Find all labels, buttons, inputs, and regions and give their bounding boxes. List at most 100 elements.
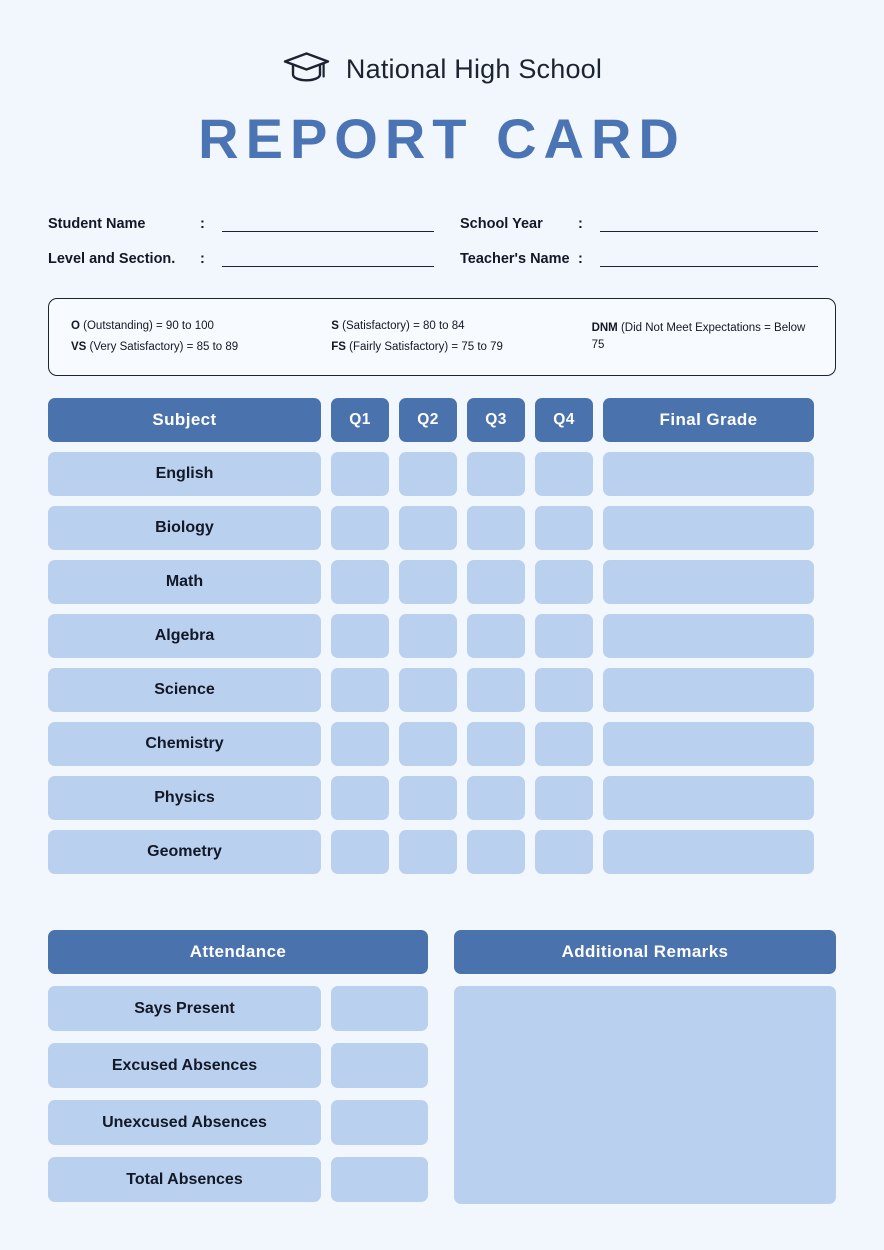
subject-name: Chemistry [48, 722, 321, 766]
attendance-title: Attendance [48, 930, 428, 974]
grade-input-q4[interactable] [535, 668, 593, 712]
teacher-name-label: Teacher's Name [460, 251, 570, 267]
grade-input-q3[interactable] [467, 560, 525, 604]
table-row: English [48, 452, 836, 496]
legend-item-fs: FS (Fairly Satisfactory) = 75 to 79 [331, 337, 591, 358]
grade-input-q2[interactable] [399, 560, 457, 604]
column-header-q2: Q2 [399, 398, 457, 442]
grading-legend: O (Outstanding) = 90 to 100 VS (Very Sat… [48, 298, 836, 376]
teacher-name-input[interactable] [600, 252, 818, 267]
grade-input-q4[interactable] [535, 452, 593, 496]
subject-name: Physics [48, 776, 321, 820]
grade-input-q1[interactable] [331, 614, 389, 658]
colon: : [200, 216, 205, 232]
grade-input-final[interactable] [603, 560, 814, 604]
field-school-year: School Year : [460, 216, 836, 232]
attendance-label-excused-absences: Excused Absences [48, 1043, 321, 1088]
column-header-q1: Q1 [331, 398, 389, 442]
table-row: Algebra [48, 614, 836, 658]
grade-input-q4[interactable] [535, 506, 593, 550]
grade-input-q4[interactable] [535, 614, 593, 658]
grade-input-q3[interactable] [467, 722, 525, 766]
legend-item-o: O (Outstanding) = 90 to 100 [71, 316, 331, 337]
legend-text-o: (Outstanding) = 90 to 100 [79, 319, 214, 332]
grade-input-q2[interactable] [399, 776, 457, 820]
grade-input-final[interactable] [603, 452, 814, 496]
legend-code-vs: VS [71, 341, 87, 353]
grade-input-q3[interactable] [467, 776, 525, 820]
grade-input-q3[interactable] [467, 506, 525, 550]
legend-code-dnm: DNM [591, 322, 618, 335]
subject-name: Science [48, 668, 321, 712]
remarks-section: Additional Remarks [454, 930, 836, 1204]
attendance-row: Unexcused Absences [48, 1100, 428, 1145]
student-name-input[interactable] [222, 217, 434, 232]
grade-input-q1[interactable] [331, 776, 389, 820]
grade-input-final[interactable] [603, 776, 814, 820]
grade-input-q4[interactable] [535, 560, 593, 604]
remarks-textarea[interactable] [454, 986, 836, 1204]
grade-input-q2[interactable] [399, 722, 457, 766]
grade-input-q2[interactable] [399, 668, 457, 712]
table-row: Geometry [48, 830, 836, 874]
grade-input-q1[interactable] [331, 668, 389, 712]
grade-input-q3[interactable] [467, 452, 525, 496]
colon: : [578, 251, 583, 267]
grade-input-final[interactable] [603, 506, 814, 550]
grade-input-final[interactable] [603, 668, 814, 712]
grade-input-q1[interactable] [331, 560, 389, 604]
legend-text-dnm: (Did Not Meet Expectations = Below 75 [591, 322, 806, 351]
grade-input-q2[interactable] [399, 614, 457, 658]
school-header: National High School [0, 0, 884, 89]
attendance-input-total-absences[interactable] [331, 1157, 428, 1202]
attendance-label-says-present: Says Present [48, 986, 321, 1031]
grade-input-q2[interactable] [399, 506, 457, 550]
colon: : [200, 251, 205, 267]
grade-input-q2[interactable] [399, 452, 457, 496]
grade-input-final[interactable] [603, 722, 814, 766]
legend-text-fs: (Fairly Satisfactory) = 75 to 79 [345, 341, 503, 353]
attendance-row: Says Present [48, 986, 428, 1031]
grade-input-q3[interactable] [467, 668, 525, 712]
column-header-q4: Q4 [535, 398, 593, 442]
grade-input-q4[interactable] [535, 776, 593, 820]
grade-input-q2[interactable] [399, 830, 457, 874]
table-row: Physics [48, 776, 836, 820]
legend-text-s: (Satisfactory) = 80 to 84 [338, 319, 465, 332]
attendance-row: Total Absences [48, 1157, 428, 1202]
info-row-2: Level and Section. : Teacher's Name : [48, 245, 836, 267]
attendance-input-excused-absences[interactable] [331, 1043, 428, 1088]
grade-input-q1[interactable] [331, 830, 389, 874]
grade-input-final[interactable] [603, 830, 814, 874]
grade-input-final[interactable] [603, 614, 814, 658]
page-title: REPORT CARD [198, 107, 686, 170]
attendance-input-unexcused-absences[interactable] [331, 1100, 428, 1145]
legend-column-3: DNM (Did Not Meet Expectations = Below 7… [592, 320, 813, 353]
graduation-cap-icon [282, 50, 332, 89]
subject-name: Geometry [48, 830, 321, 874]
table-row: Biology [48, 506, 836, 550]
grade-input-q4[interactable] [535, 722, 593, 766]
attendance-section: Attendance Says Present Excused Absences… [48, 930, 428, 1204]
attendance-label-unexcused-absences: Unexcused Absences [48, 1100, 321, 1145]
legend-code-s: S [331, 319, 339, 332]
grade-input-q3[interactable] [467, 830, 525, 874]
legend-text-vs: (Very Satisfactory) = 85 to 89 [86, 341, 239, 353]
grade-input-q1[interactable] [331, 722, 389, 766]
school-year-input[interactable] [600, 217, 818, 232]
level-and-section-label: Level and Section. [48, 251, 176, 267]
legend-item-vs: VS (Very Satisfactory) = 85 to 89 [71, 337, 331, 358]
column-header-q3: Q3 [467, 398, 525, 442]
grade-input-q1[interactable] [331, 506, 389, 550]
attendance-input-says-present[interactable] [331, 986, 428, 1031]
grade-input-q4[interactable] [535, 830, 593, 874]
grade-input-q3[interactable] [467, 614, 525, 658]
level-and-section-input[interactable] [222, 252, 434, 267]
subject-name: Algebra [48, 614, 321, 658]
column-header-final-grade: Final Grade [603, 398, 814, 442]
grade-input-q1[interactable] [331, 452, 389, 496]
subject-name: Math [48, 560, 321, 604]
subject-name: Biology [48, 506, 321, 550]
subject-name: English [48, 452, 321, 496]
table-row: Chemistry [48, 722, 836, 766]
